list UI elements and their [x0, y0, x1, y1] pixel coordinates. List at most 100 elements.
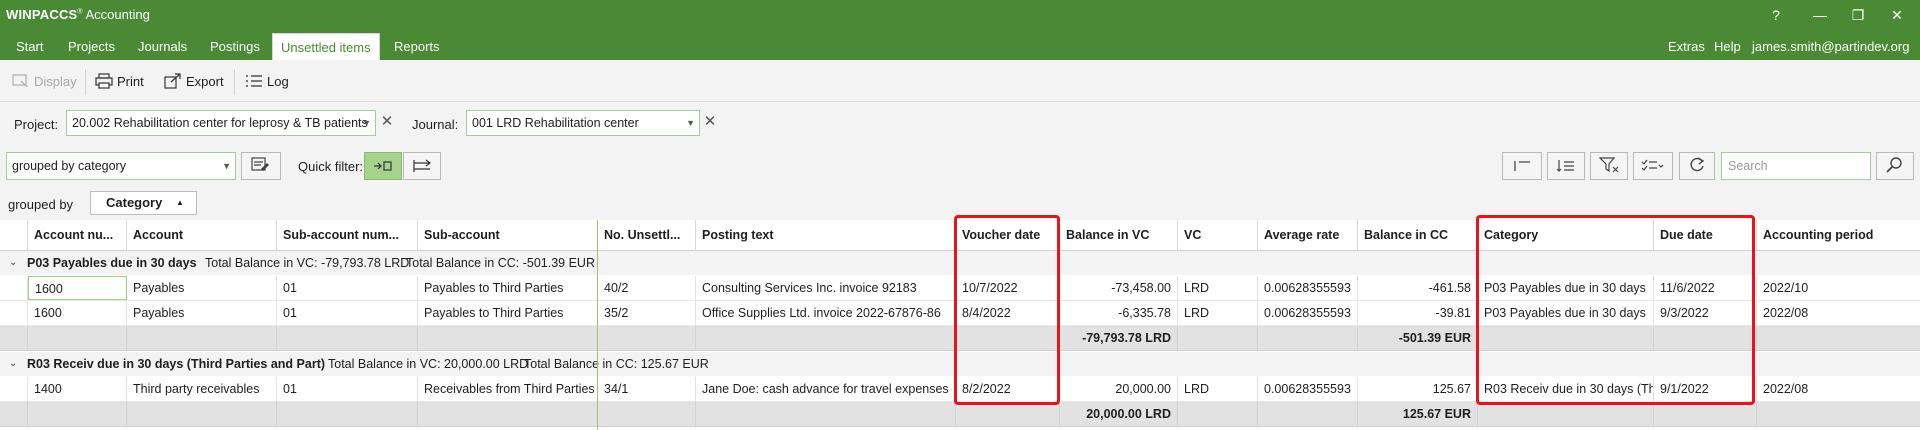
cell-no-unsettled[interactable]: 40/2 — [598, 276, 696, 300]
quick-filter-off-button[interactable] — [403, 152, 441, 180]
cell-posting-text[interactable]: Jane Doe: cash advance for travel expens… — [696, 377, 956, 401]
summary-balance-cc: 125.67 EUR — [1358, 402, 1478, 426]
checklist-menu-button[interactable] — [1633, 152, 1673, 180]
cell-balance-cc[interactable]: 125.67 — [1358, 377, 1478, 401]
list-icon — [246, 75, 262, 87]
cell-balance-cc[interactable]: -39.81 — [1358, 301, 1478, 325]
sort-button[interactable] — [1547, 152, 1585, 180]
grouping-select[interactable]: grouped by category ▼ — [6, 152, 236, 180]
cell-posting-text[interactable]: Consulting Services Inc. invoice 92183 — [696, 276, 956, 300]
filter-bar: Project: 20.002 Rehabilitation center fo… — [0, 102, 1920, 146]
tab-journals[interactable]: Journals — [130, 30, 195, 60]
menu-extras[interactable]: Extras — [1668, 30, 1705, 60]
cell-balance-vc[interactable]: -73,458.00 — [1060, 276, 1178, 300]
display-button[interactable]: Display — [12, 72, 77, 92]
column-header-sub-account[interactable]: Sub-account — [418, 220, 598, 250]
search-input[interactable]: Search — [1721, 152, 1871, 180]
tab-projects[interactable]: Projects — [60, 30, 123, 60]
column-header-sub-account-number[interactable]: Sub-account num... — [277, 220, 418, 250]
group-total-vc: Total Balance in VC: -79,793.78 LRD — [205, 256, 410, 270]
refresh-button[interactable] — [1679, 152, 1715, 180]
title-bar: WINPACCS® Accounting ? — ❐ ✕ — [0, 0, 1920, 30]
highlight-category-due-date-columns — [1476, 215, 1755, 405]
minimize-button[interactable]: — — [1808, 5, 1832, 25]
tab-postings[interactable]: Postings — [202, 30, 268, 60]
quick-filter-bar: grouped by category ▼ Quick filter: Sear… — [0, 146, 1920, 186]
cell-no-unsettled[interactable]: 34/1 — [598, 377, 696, 401]
sort-ascending-icon: ▲ — [175, 198, 184, 207]
cell-vc[interactable]: LRD — [1178, 377, 1258, 401]
cell-average-rate[interactable]: 0.00628355593 — [1258, 301, 1358, 325]
cell-account-number[interactable]: 1600 — [28, 276, 127, 300]
cell-sub-account[interactable]: Receivables from Third Parties — [418, 377, 598, 401]
chevron-down-icon: ▼ — [362, 118, 371, 128]
log-button[interactable]: Log — [245, 72, 289, 92]
cell-account[interactable]: Payables — [127, 276, 277, 300]
column-header-balance-cc[interactable]: Balance in CC — [1358, 220, 1478, 250]
print-button[interactable]: Print — [95, 72, 144, 92]
cell-sub-account-number[interactable]: 01 — [277, 301, 418, 325]
search-button[interactable] — [1876, 152, 1914, 180]
restore-button[interactable]: ❐ — [1846, 5, 1870, 25]
cell-accounting-period[interactable]: 2022/10 — [1757, 276, 1920, 300]
group-total-vc: Total Balance in VC: 20,000.00 LRD — [328, 357, 529, 371]
cell-posting-text[interactable]: Office Supplies Ltd. invoice 2022-67876-… — [696, 301, 956, 325]
user-account[interactable]: james.smith@partindev.org — [1752, 30, 1909, 60]
unsettled-items-grid: Account nu... Account Sub-account num...… — [0, 215, 1920, 430]
cell-average-rate[interactable]: 0.00628355593 — [1258, 377, 1358, 401]
column-header-account-number[interactable]: Account nu... — [28, 220, 127, 250]
journal-select[interactable]: 001 LRD Rehabilitation center ▼ — [466, 110, 700, 136]
highlight-voucher-date-column — [954, 215, 1060, 405]
tab-unsettled-items[interactable]: Unsettled items — [272, 33, 380, 60]
cell-average-rate[interactable]: 0.00628355593 — [1258, 276, 1358, 300]
column-header-average-rate[interactable]: Average rate — [1258, 220, 1358, 250]
clear-journal-button[interactable]: ✕ — [700, 110, 720, 136]
project-select[interactable]: 20.002 Rehabilitation center for leprosy… — [66, 110, 376, 136]
cell-account-number[interactable]: 1600 — [28, 301, 127, 325]
quick-filter-on-button[interactable] — [364, 152, 402, 180]
cell-account-number[interactable]: 1400 — [28, 377, 127, 401]
cell-balance-vc[interactable]: -6,335.78 — [1060, 301, 1178, 325]
column-header-balance-vc[interactable]: Balance in VC — [1060, 220, 1178, 250]
column-header-account[interactable]: Account — [127, 220, 277, 250]
group-title: P03 Payables due in 30 days — [27, 256, 197, 270]
cell-vc[interactable]: LRD — [1178, 276, 1258, 300]
cell-sub-account[interactable]: Payables to Third Parties — [418, 276, 598, 300]
export-button[interactable]: Export — [164, 72, 224, 92]
sort-list-icon — [1556, 160, 1574, 172]
cell-account[interactable]: Payables — [127, 301, 277, 325]
help-button[interactable]: ? — [1764, 5, 1788, 25]
cell-sub-account-number[interactable]: 01 — [277, 276, 418, 300]
collapse-icon[interactable]: ⌄ — [9, 352, 17, 376]
cell-accounting-period[interactable]: 2022/08 — [1757, 377, 1920, 401]
close-button[interactable]: ✕ — [1885, 5, 1909, 25]
summary-balance-vc: 20,000.00 LRD — [1060, 402, 1178, 426]
column-header-vc[interactable]: VC — [1178, 220, 1258, 250]
clear-filter-button[interactable] — [1590, 152, 1628, 180]
collapse-icon[interactable]: ⌄ — [9, 251, 17, 275]
tab-start[interactable]: Start — [8, 30, 51, 60]
cell-account[interactable]: Third party receivables — [127, 377, 277, 401]
filter-toggle-off-icon — [413, 159, 431, 172]
cell-balance-cc[interactable]: -461.58 — [1358, 276, 1478, 300]
cell-no-unsettled[interactable]: 35/2 — [598, 301, 696, 325]
tab-reports[interactable]: Reports — [386, 30, 448, 60]
column-header-accounting-period[interactable]: Accounting period — [1757, 220, 1920, 250]
info-list-icon — [1514, 161, 1530, 171]
group-chip-category[interactable]: Category ▲ — [90, 191, 197, 215]
chevron-down-icon: ▼ — [686, 118, 695, 128]
cell-sub-account-number[interactable]: 01 — [277, 377, 418, 401]
refresh-icon — [1690, 157, 1705, 172]
edit-grouping-button[interactable] — [241, 152, 281, 180]
display-icon — [12, 74, 28, 88]
menu-help[interactable]: Help — [1714, 30, 1741, 60]
cell-balance-vc[interactable]: 20,000.00 — [1060, 377, 1178, 401]
clear-project-button[interactable]: ✕ — [377, 110, 397, 136]
cell-accounting-period[interactable]: 2022/08 — [1757, 301, 1920, 325]
column-header-posting-text[interactable]: Posting text — [696, 220, 956, 250]
column-chooser-button[interactable] — [1502, 152, 1542, 180]
printer-icon — [95, 73, 113, 89]
cell-vc[interactable]: LRD — [1178, 301, 1258, 325]
cell-sub-account[interactable]: Payables to Third Parties — [418, 301, 598, 325]
column-header-no-unsettled[interactable]: No. Unsettl... — [598, 220, 696, 250]
